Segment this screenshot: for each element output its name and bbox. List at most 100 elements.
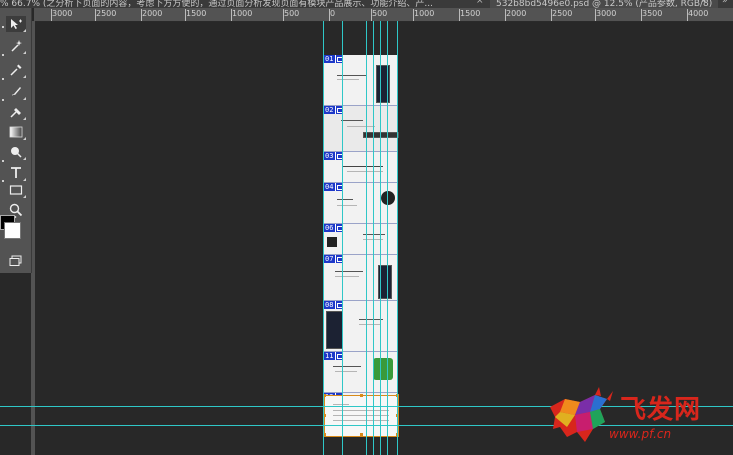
tab-overflow-icon[interactable]: » [722,0,728,6]
move-tool-icon[interactable] [6,16,26,32]
brush-icon[interactable] [6,84,26,100]
ruler-label: 3500 [642,9,663,18]
slice-badge[interactable]: 04 [323,183,344,191]
horizontal-ruler[interactable]: 3000 2500 2000 1500 1000 500 0 500 1000 … [34,8,733,22]
panel-grip [2,99,4,101]
product-phone-image [326,311,343,349]
slice-number: 08 [323,301,336,309]
slice-badge[interactable]: 07 [323,255,344,263]
content-text [347,171,383,172]
content-text [359,324,381,325]
watermark-url: www.pf.cn [609,427,672,441]
content-text [337,205,357,206]
product-icon-image [327,237,337,247]
ruler-label: 1000 [414,9,435,18]
ruler-label: 2500 [552,9,573,18]
ruler-label: 3000 [596,9,617,18]
tools-panel [0,8,32,273]
panel-grip [2,180,4,182]
ruler-tick [95,9,96,21]
ruler-tick [551,9,552,21]
content-text [335,271,363,272]
vertical-guide[interactable] [373,21,374,455]
content-text [333,366,361,367]
ruler-label: 1500 [460,9,481,18]
panel-grip [2,26,4,28]
panel-grip [2,54,4,56]
vertical-guide[interactable] [366,21,367,455]
content-text [341,120,363,121]
document-tab-active[interactable]: 532b8bd5496e0.psd @ 12.5% (产品参数, RGB/8) [490,0,719,8]
ruler-label: 4000 [688,9,709,18]
transform-handle[interactable] [360,433,363,436]
content-text [335,371,357,372]
tab-close-icon[interactable]: × [700,0,708,6]
content-text [347,126,375,127]
slice-number: 02 [323,106,336,114]
gradient-tool-icon[interactable] [6,124,26,140]
ruler-tick [505,9,506,21]
content-text [335,276,359,277]
type-tool-icon[interactable] [6,165,26,181]
background-color-swatch[interactable] [4,222,21,239]
ruler-tick [413,9,414,21]
ruler-tick [185,9,186,21]
ruler-label: 2000 [506,9,527,18]
content-text [343,166,383,167]
ruler-tick [329,9,330,21]
product-side-image [363,132,399,138]
ruler-label: 500 [284,9,300,18]
clone-stamp-icon[interactable] [6,104,26,120]
ruler-tick [51,9,52,21]
slice-number: 04 [323,183,336,191]
slice-number: 03 [323,152,336,160]
screen-mode-icon[interactable] [6,253,26,269]
ruler-label: 2000 [142,9,163,18]
document-tab-title-left[interactable]: % 66.7% (之分析下页面的内容，考虑下方方便的，通过页面分析发现页面有模块… [0,0,433,8]
site-watermark: 飞发网 www.pf.cn [545,385,733,450]
product-disc-image [381,191,395,205]
ruler-label: 2500 [96,9,117,18]
ruler-label: 3000 [52,9,73,18]
document-tab-bar: % 66.7% (之分析下页面的内容，考虑下方方便的，通过页面分析发现页面有模块… [0,0,733,8]
ruler-tick [641,9,642,21]
tab-close-icon[interactable]: × [476,0,484,6]
vertical-guide[interactable] [323,21,324,455]
ruler-tick [459,9,460,21]
ruler-label: 1000 [232,9,253,18]
eyedropper-icon[interactable] [6,62,26,78]
transform-handle[interactable] [360,394,363,397]
ruler-tick [283,9,284,21]
ruler-tick [141,9,142,21]
slice-number: 06 [323,224,336,232]
ruler-tick [231,9,232,21]
slice-badge[interactable]: 06 [323,224,344,232]
rectangle-tool-icon[interactable] [6,182,26,198]
vertical-guide[interactable] [380,21,381,455]
slice-number: 07 [323,255,336,263]
slice-badge[interactable]: 08 [323,301,344,309]
ruler-label: 0 [330,9,336,18]
slice-badge[interactable]: 01 [323,55,344,63]
content-text [337,79,359,80]
ruler-label: 500 [372,9,388,18]
slice-number: 01 [323,55,336,63]
ruler-tick [371,9,372,21]
content-text [337,199,353,200]
vertical-guide[interactable] [387,21,388,455]
vertical-guide[interactable] [342,21,343,455]
slice-badge[interactable]: 03 [323,152,344,160]
vertical-guide[interactable] [397,21,398,455]
magic-wand-icon[interactable] [6,38,26,54]
panel-grip [2,78,4,80]
slice-number: 11 [323,352,336,360]
bull-logo-icon [550,387,613,442]
product-battery-image [373,358,393,380]
ruler-label: 1500 [186,9,207,18]
dodge-tool-icon[interactable] [6,144,26,160]
ruler-tick [687,9,688,21]
slice-badge[interactable]: 11 [323,352,344,360]
ruler-tick [595,9,596,21]
panel-grip [2,160,4,162]
slice-badge[interactable]: 02 [323,106,344,114]
